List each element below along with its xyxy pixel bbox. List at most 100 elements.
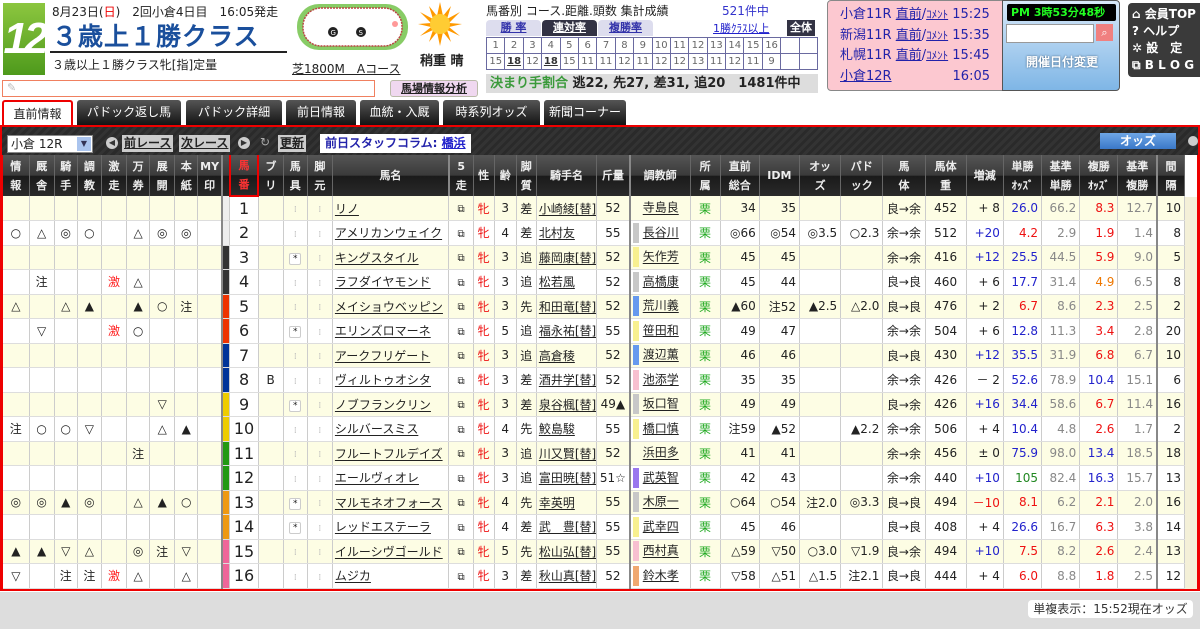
- past5-cell[interactable]: ⧉: [448, 245, 474, 270]
- column-link[interactable]: 橋浜: [442, 136, 466, 150]
- my-mark-mark[interactable]: [197, 441, 223, 466]
- horse-name-link[interactable]: フルートフルデイズ: [335, 447, 443, 461]
- trainer[interactable]: 西村真: [629, 539, 691, 564]
- jockey-link[interactable]: 和田竜[替]: [539, 300, 596, 314]
- tab-previous-day[interactable]: 前日情報: [286, 100, 356, 126]
- trainer-link[interactable]: 渡辺薫: [643, 348, 679, 362]
- col-header-overall[interactable]: 直前 総合: [720, 155, 760, 196]
- jockey[interactable]: 川又賢[替]: [536, 441, 598, 466]
- jockey-link[interactable]: 酒井学[替]: [539, 373, 596, 387]
- col-header-jockey[interactable]: 騎手名: [536, 155, 598, 196]
- col-header-blinker[interactable]: ブ リ: [258, 155, 284, 196]
- jockey[interactable]: 小崎綾[替]: [536, 196, 598, 221]
- my-mark-mark[interactable]: [197, 539, 223, 564]
- legs-cell[interactable]: ⁞: [307, 220, 333, 246]
- popup-window-icon[interactable]: ⧉: [457, 547, 464, 558]
- legs-cell[interactable]: ⁞: [307, 343, 333, 368]
- asterisk-icon[interactable]: *: [289, 326, 302, 339]
- jockey[interactable]: 藤岡康[替]: [536, 245, 598, 270]
- horse-name[interactable]: ムジカ: [332, 563, 450, 589]
- trainer-link[interactable]: 笹田和: [643, 323, 679, 337]
- my-mark-mark[interactable]: [197, 392, 223, 417]
- popup-window-icon[interactable]: ⧉: [457, 376, 464, 387]
- horse-name-link[interactable]: エールヴィオレ: [335, 471, 419, 485]
- horse-name[interactable]: リノ: [332, 196, 450, 221]
- my-mark-mark[interactable]: [197, 367, 223, 393]
- popup-window-icon[interactable]: ⧉: [457, 449, 464, 460]
- jockey-link[interactable]: 北村友: [539, 226, 575, 240]
- col-header-horse-number[interactable]: 馬 番: [228, 155, 260, 197]
- gear-cell[interactable]: *: [283, 514, 308, 540]
- track-analysis-button[interactable]: 馬場情報分析: [390, 80, 478, 97]
- gear-cell[interactable]: ⁞: [283, 416, 308, 442]
- gear-cell[interactable]: ⁞: [283, 294, 308, 319]
- col-header-gekiso[interactable]: 激 走: [101, 155, 128, 196]
- pre-race-link[interactable]: 直前: [896, 28, 922, 43]
- legs-cell[interactable]: ⁞: [307, 245, 333, 270]
- horse-name[interactable]: イルーシヴゴールド: [332, 539, 450, 564]
- jockey[interactable]: 幸英明: [536, 490, 598, 515]
- horse-name-link[interactable]: シルバースミス: [335, 422, 418, 436]
- trainer[interactable]: 橋口慎: [629, 416, 691, 442]
- legs-cell[interactable]: ⁞: [307, 269, 333, 295]
- legs-cell[interactable]: ⁞: [307, 196, 333, 221]
- horse-name[interactable]: エールヴィオレ: [332, 465, 450, 491]
- gear-cell[interactable]: ⁞: [283, 465, 308, 491]
- col-header-style[interactable]: 脚 質: [516, 155, 537, 196]
- jockey[interactable]: 武 豊[替]: [536, 514, 598, 540]
- settings-link[interactable]: ✲ 設 定: [1132, 40, 1200, 57]
- horse-name[interactable]: マルモネオフォース: [332, 490, 450, 515]
- horse-name[interactable]: キングスタイル: [332, 245, 450, 270]
- stats-tab-win[interactable]: 勝 率: [486, 20, 541, 36]
- trainer-link[interactable]: 坂口智: [643, 397, 679, 411]
- asterisk-icon[interactable]: *: [289, 522, 302, 535]
- horse-name-link[interactable]: キングスタイル: [335, 251, 419, 265]
- popup-window-icon[interactable]: ⧉: [457, 572, 464, 583]
- magnifier-icon[interactable]: ⌕: [1096, 24, 1113, 41]
- my-mark-mark[interactable]: [197, 294, 223, 319]
- past5-cell[interactable]: ⧉: [448, 220, 474, 246]
- legs-cell[interactable]: ⁞: [307, 465, 333, 491]
- jockey[interactable]: 酒井学[替]: [536, 367, 598, 393]
- popup-window-icon[interactable]: ⧉: [457, 302, 464, 313]
- tab-paddock-detail[interactable]: パドック詳細: [186, 100, 282, 126]
- popup-window-icon[interactable]: ⧉: [457, 351, 464, 362]
- my-mark-mark[interactable]: [197, 416, 223, 442]
- blog-link[interactable]: ⧉ B L O G: [1132, 57, 1200, 74]
- popup-window-icon[interactable]: ⧉: [457, 400, 464, 411]
- jockey[interactable]: 松山弘[替]: [536, 539, 598, 564]
- upcoming-race[interactable]: 新潟11R 直前/ｺﾒﾝﾄ 15:35: [840, 26, 1002, 47]
- legs-cell[interactable]: ⁞: [307, 367, 333, 393]
- popup-window-icon[interactable]: ⧉: [457, 253, 464, 264]
- col-header-affiliation[interactable]: 所 属: [690, 155, 721, 196]
- horse-name-link[interactable]: アメリカンウェイク: [335, 226, 442, 240]
- col-header-interval[interactable]: 間 隔: [1157, 155, 1186, 196]
- trainer[interactable]: 武英智: [629, 465, 691, 491]
- trainer-link[interactable]: 矢作芳: [643, 250, 679, 264]
- trainer[interactable]: 笹田和: [629, 318, 691, 344]
- gear-cell[interactable]: ⁞: [283, 441, 308, 466]
- gear-cell[interactable]: *: [283, 245, 308, 270]
- col-header-base-win[interactable]: 基準 単勝: [1041, 155, 1081, 196]
- trainer[interactable]: 浜田多: [629, 441, 691, 466]
- horse-name[interactable]: アークフリゲート: [332, 343, 450, 368]
- table-scroll-area[interactable]: [1185, 197, 1197, 589]
- tab-pre-race-info[interactable]: 直前情報: [2, 100, 73, 128]
- jockey-link[interactable]: 福永祐[替]: [539, 324, 596, 338]
- gear-cell[interactable]: *: [283, 490, 308, 515]
- gear-cell[interactable]: *: [283, 392, 308, 417]
- odds-button[interactable]: オッズ: [1100, 133, 1176, 149]
- horse-name-link[interactable]: ラフダイヤモンド: [335, 275, 431, 289]
- col-header-stable[interactable]: 厩 舎: [29, 155, 55, 196]
- legs-cell[interactable]: ⁞: [307, 441, 333, 466]
- horse-name[interactable]: エリンズロマーネ: [332, 318, 450, 344]
- jockey-link[interactable]: 藤岡康[替]: [539, 251, 596, 265]
- trainer-link[interactable]: 武幸四: [643, 519, 679, 533]
- past5-cell[interactable]: ⧉: [448, 318, 474, 344]
- col-header-age[interactable]: 齢: [494, 155, 517, 196]
- jockey-link[interactable]: 武 豊[替]: [539, 520, 596, 534]
- past5-cell[interactable]: ⧉: [448, 465, 474, 491]
- asterisk-icon[interactable]: *: [289, 497, 302, 510]
- legs-cell[interactable]: ⁞: [307, 392, 333, 417]
- horse-name[interactable]: フルートフルデイズ: [332, 441, 450, 466]
